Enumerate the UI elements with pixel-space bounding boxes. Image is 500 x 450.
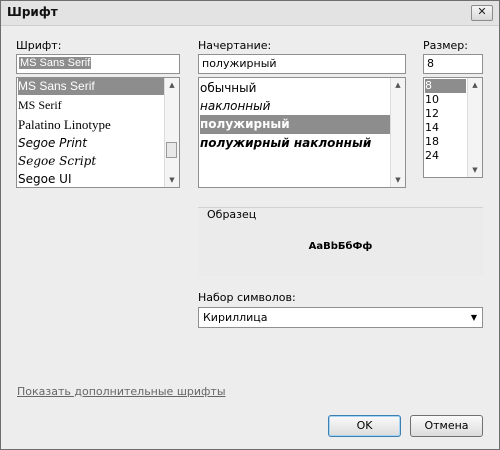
arrow-up-icon[interactable]: ▲ [391,78,405,92]
show-more-fonts-link[interactable]: Показать дополнительные шрифты [17,385,226,398]
chevron-down-icon[interactable]: ▼ [471,313,477,322]
size-list-scrollbar[interactable]: ▲ ▼ [467,78,482,177]
close-button[interactable]: ✕ [471,5,493,21]
style-item-regular[interactable]: обычный [200,79,256,97]
style-label: Начертание: [198,39,272,52]
style-input[interactable]: полужирный [198,54,406,74]
close-icon: ✕ [477,5,487,18]
font-item-segoe-print[interactable]: Segoe Print [18,134,87,152]
arrow-up-icon[interactable]: ▲ [165,78,179,92]
size-item-10[interactable]: 10 [425,93,439,107]
arrow-up-icon[interactable]: ▲ [468,78,482,92]
size-label: Размер: [423,39,468,52]
style-input-value: полужирный [202,57,277,70]
size-item-24[interactable]: 24 [425,149,439,163]
size-input[interactable]: 8 [423,54,483,74]
charset-label: Набор символов: [198,291,296,304]
scroll-thumb[interactable] [166,142,177,158]
style-list-scrollbar[interactable]: ▲ ▼ [390,78,405,187]
font-item-ms-sans-serif[interactable]: MS Sans Serif [18,78,166,95]
cancel-button[interactable]: Отмена [410,415,483,437]
ok-button[interactable]: OK [328,415,401,437]
arrow-down-icon[interactable]: ▼ [391,173,405,187]
arrow-down-icon[interactable]: ▼ [165,173,179,187]
font-item-palatino-linotype[interactable]: Palatino Linotype [18,115,111,134]
font-input-value: MS Sans Serif [19,57,92,69]
size-input-value: 8 [427,57,434,70]
title-bar: Шрифт ✕ [1,1,499,26]
arrow-down-icon[interactable]: ▼ [468,163,482,177]
font-item-segoe-ui[interactable]: Segoe UI [18,171,71,187]
font-input[interactable]: MS Sans Serif [16,54,180,74]
sample-preview-text: AaBbБбФф [308,241,373,252]
font-label: Шрифт: [16,39,62,52]
window-title: Шрифт [7,5,58,19]
size-item-14[interactable]: 14 [425,121,439,135]
size-list[interactable]: 8 10 12 14 18 24 ▲ ▼ [423,77,483,178]
font-dialog: Шрифт ✕ Шрифт: MS Sans Serif MS Sans Ser… [0,0,500,450]
style-list[interactable]: обычный наклонный полужирный полужирный … [198,77,406,188]
charset-dropdown[interactable]: Кириллица ▼ [198,307,483,328]
font-list[interactable]: MS Sans Serif MS Serif Palatino Linotype… [16,77,180,188]
size-item-8[interactable]: 8 [425,79,466,93]
charset-value: Кириллица [203,311,268,324]
font-item-segoe-script[interactable]: Segoe Script [18,152,96,170]
size-item-12[interactable]: 12 [425,107,439,121]
style-item-bold[interactable]: полужирный [200,115,391,134]
sample-label: Образец [207,208,257,221]
font-item-ms-serif[interactable]: MS Serif [18,96,62,114]
sample-group: Образец AaBbБбФф [198,207,483,276]
style-item-bold-italic[interactable]: полужирный наклонный [200,134,371,152]
size-item-18[interactable]: 18 [425,135,439,149]
font-list-scrollbar[interactable]: ▲ ▼ [164,78,179,187]
style-item-italic[interactable]: наклонный [200,97,270,115]
